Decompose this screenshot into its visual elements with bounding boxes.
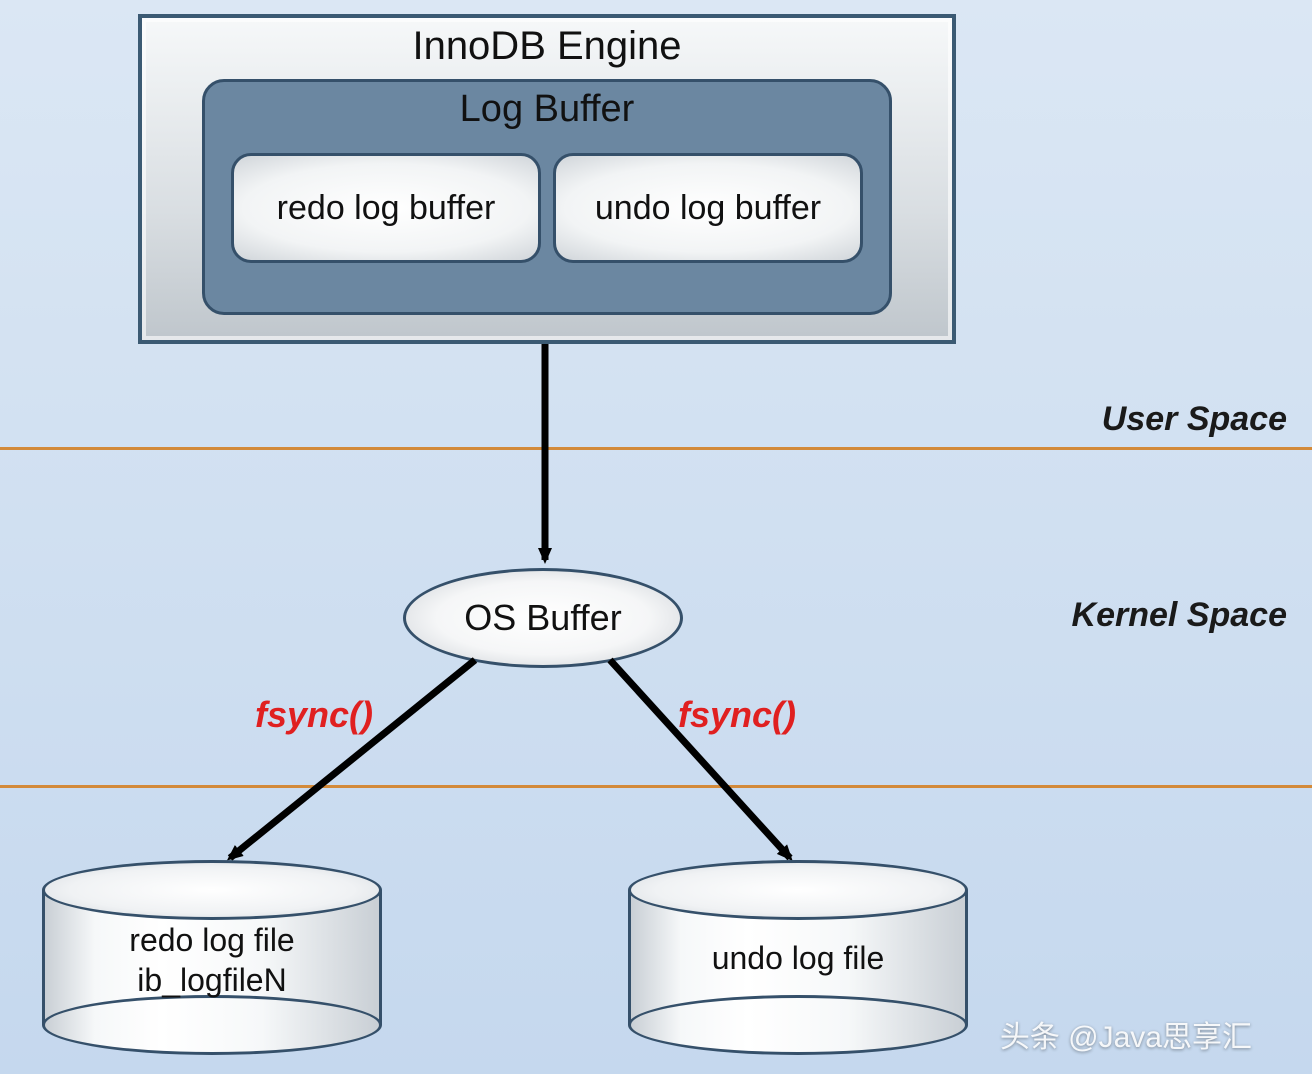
divider-user-kernel xyxy=(0,447,1312,450)
cylinder-top xyxy=(628,860,968,920)
undo-log-file-label: undo log file xyxy=(628,938,968,978)
buffer-row: redo log buffer undo log buffer xyxy=(205,153,889,263)
log-buffer-title: Log Buffer xyxy=(205,88,889,131)
log-buffer-box: Log Buffer redo log buffer undo log buff… xyxy=(202,79,892,315)
arrow-osbuffer-to-redo xyxy=(230,660,475,858)
redo-log-file-cylinder: redo log file ib_logfileN xyxy=(42,860,382,1055)
redo-log-file-line2: ib_logfileN xyxy=(137,962,286,998)
redo-log-file-line1: redo log file xyxy=(129,922,294,958)
arrow-osbuffer-to-undo xyxy=(610,660,790,858)
fsync-left-label: fsync() xyxy=(255,694,373,736)
cylinder-top xyxy=(42,860,382,920)
label-kernel-space: Kernel Space xyxy=(1072,596,1287,635)
os-buffer-node: OS Buffer xyxy=(403,568,683,668)
undo-log-buffer: undo log buffer xyxy=(553,153,863,263)
redo-log-buffer: redo log buffer xyxy=(231,153,541,263)
divider-kernel-disk xyxy=(0,785,1312,788)
undo-log-file-cylinder: undo log file xyxy=(628,860,968,1055)
innodb-engine-box: InnoDB Engine Log Buffer redo log buffer… xyxy=(138,14,956,344)
watermark-text: 头条 @Java思享汇 xyxy=(1000,1012,1252,1056)
label-user-space: User Space xyxy=(1102,400,1287,439)
innodb-engine-title: InnoDB Engine xyxy=(142,24,952,69)
cylinder-bottom xyxy=(628,995,968,1055)
fsync-right-label: fsync() xyxy=(678,694,796,736)
cylinder-bottom xyxy=(42,995,382,1055)
redo-log-file-label: redo log file ib_logfileN xyxy=(42,920,382,1000)
